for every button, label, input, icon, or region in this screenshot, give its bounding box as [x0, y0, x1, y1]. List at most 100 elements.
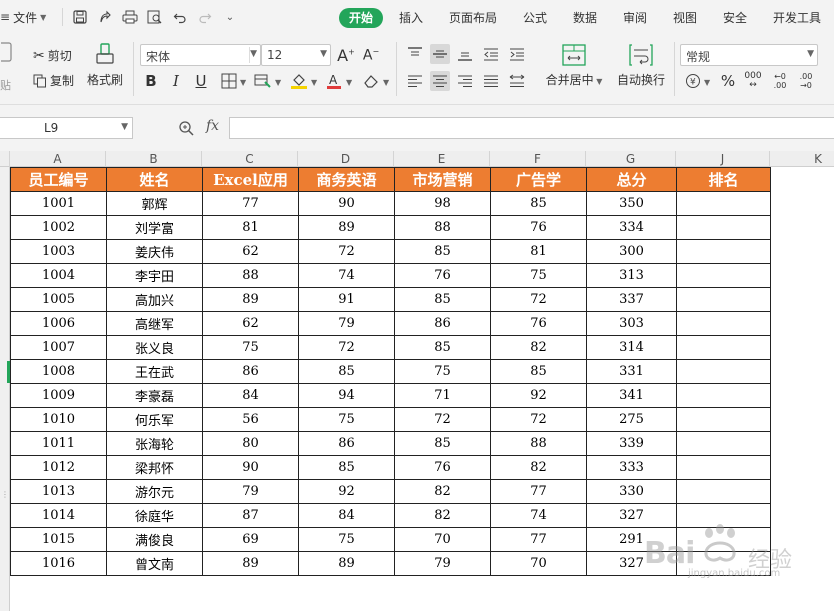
table-cell[interactable]: 85: [394, 335, 491, 360]
save-icon[interactable]: [71, 8, 89, 26]
increase-decimal-icon[interactable]: ←0.00: [770, 71, 790, 91]
table-cell[interactable]: 313: [586, 263, 677, 288]
table-cell[interactable]: [676, 263, 771, 288]
table-cell[interactable]: [676, 287, 771, 312]
table-cell[interactable]: [676, 479, 771, 504]
table-cell[interactable]: 1014: [10, 503, 107, 528]
table-cell[interactable]: 85: [298, 455, 395, 480]
table-cell[interactable]: 李宇田: [106, 263, 203, 288]
table-cell[interactable]: 1006: [10, 311, 107, 336]
table-cell[interactable]: 1008: [10, 359, 107, 384]
table-cell[interactable]: 77: [202, 191, 299, 216]
column-header[interactable]: D: [298, 151, 394, 167]
table-cell[interactable]: 85: [394, 239, 491, 264]
table-cell[interactable]: 王在武: [106, 359, 203, 384]
select-all-corner[interactable]: [0, 151, 10, 167]
table-cell[interactable]: 75: [490, 263, 587, 288]
table-cell[interactable]: 84: [298, 503, 395, 528]
increase-indent-icon[interactable]: [507, 44, 527, 64]
table-cell[interactable]: 300: [586, 239, 677, 264]
table-cell[interactable]: 1013: [10, 479, 107, 504]
tab-insert[interactable]: 插入: [396, 8, 426, 28]
table-cell[interactable]: 1002: [10, 215, 107, 240]
table-cell[interactable]: 334: [586, 215, 677, 240]
table-cell[interactable]: 85: [490, 359, 587, 384]
table-cell[interactable]: 75: [298, 527, 395, 552]
chevron-down-icon[interactable]: ▼: [346, 78, 352, 87]
table-cell[interactable]: 76: [490, 215, 587, 240]
table-cell[interactable]: 70: [394, 527, 491, 552]
table-cell[interactable]: 81: [202, 215, 299, 240]
merge-center-button[interactable]: 合并居中 ▼: [542, 43, 606, 88]
table-cell[interactable]: 1010: [10, 407, 107, 432]
cut-button[interactable]: ✂ 剪切: [33, 47, 72, 64]
table-cell[interactable]: 1004: [10, 263, 107, 288]
bold-icon[interactable]: B: [141, 71, 161, 91]
align-right-icon[interactable]: [455, 71, 475, 91]
table-cell[interactable]: 70: [490, 551, 587, 576]
table-cell[interactable]: 331: [586, 359, 677, 384]
file-menu[interactable]: ≡ 文件 ▼: [0, 8, 46, 26]
table-cell[interactable]: 1016: [10, 551, 107, 576]
table-cell[interactable]: 82: [394, 479, 491, 504]
tab-page-layout[interactable]: 页面布局: [447, 8, 499, 28]
table-cell[interactable]: 94: [298, 383, 395, 408]
tab-home[interactable]: 开始: [339, 8, 383, 28]
column-title[interactable]: 排名: [676, 167, 771, 192]
table-cell[interactable]: 69: [202, 527, 299, 552]
table-cell[interactable]: 77: [490, 527, 587, 552]
table-cell[interactable]: 1009: [10, 383, 107, 408]
table-cell[interactable]: 74: [298, 263, 395, 288]
table-cell[interactable]: 98: [394, 191, 491, 216]
table-cell[interactable]: [676, 239, 771, 264]
column-header[interactable]: J: [676, 151, 770, 167]
undo-icon[interactable]: [171, 8, 189, 26]
table-cell[interactable]: 56: [202, 407, 299, 432]
format-painter-button[interactable]: 格式刷: [85, 42, 125, 88]
decrease-indent-icon[interactable]: [481, 44, 501, 64]
table-cell[interactable]: 90: [298, 191, 395, 216]
column-header[interactable]: E: [394, 151, 490, 167]
align-top-icon[interactable]: [405, 44, 425, 64]
table-cell[interactable]: 62: [202, 239, 299, 264]
column-title[interactable]: 商务英语: [298, 167, 395, 192]
insert-function-icon[interactable]: fx: [206, 118, 219, 134]
table-cell[interactable]: 327: [586, 551, 677, 576]
table-cell[interactable]: 75: [202, 335, 299, 360]
table-cell[interactable]: 79: [298, 311, 395, 336]
table-cell[interactable]: [676, 407, 771, 432]
table-cell[interactable]: 郭辉: [106, 191, 203, 216]
table-cell[interactable]: 86: [298, 431, 395, 456]
table-cell[interactable]: 79: [202, 479, 299, 504]
table-cell[interactable]: 何乐军: [106, 407, 203, 432]
table-cell[interactable]: 303: [586, 311, 677, 336]
font-color-icon[interactable]: A: [324, 71, 344, 91]
table-cell[interactable]: 86: [394, 311, 491, 336]
name-box[interactable]: L9 ▼: [0, 117, 133, 139]
tab-developer[interactable]: 开发工具: [770, 8, 824, 28]
table-cell[interactable]: [676, 191, 771, 216]
table-cell[interactable]: 曾文南: [106, 551, 203, 576]
align-center-icon[interactable]: [430, 71, 450, 91]
table-cell[interactable]: 92: [490, 383, 587, 408]
table-cell[interactable]: 1012: [10, 455, 107, 480]
font-name-select[interactable]: 宋体 ▼: [140, 44, 261, 66]
table-cell[interactable]: 79: [394, 551, 491, 576]
table-cell[interactable]: 75: [298, 407, 395, 432]
table-cell[interactable]: 291: [586, 527, 677, 552]
table-cell[interactable]: 88: [394, 215, 491, 240]
table-cell[interactable]: 梁邦怀: [106, 455, 203, 480]
table-cell[interactable]: 1015: [10, 527, 107, 552]
column-title[interactable]: 市场营销: [394, 167, 491, 192]
fill-color-icon[interactable]: [289, 71, 309, 91]
tab-formulas[interactable]: 公式: [520, 8, 550, 28]
table-cell[interactable]: 刘学富: [106, 215, 203, 240]
table-cell[interactable]: 82: [490, 455, 587, 480]
customize-quick-access-icon[interactable]: ⌄: [221, 8, 239, 26]
table-cell[interactable]: 姜庆伟: [106, 239, 203, 264]
table-cell[interactable]: 86: [202, 359, 299, 384]
table-cell[interactable]: 333: [586, 455, 677, 480]
grip-handle[interactable]: ⋮: [1, 490, 9, 499]
table-cell[interactable]: 1005: [10, 287, 107, 312]
table-cell[interactable]: 72: [298, 239, 395, 264]
